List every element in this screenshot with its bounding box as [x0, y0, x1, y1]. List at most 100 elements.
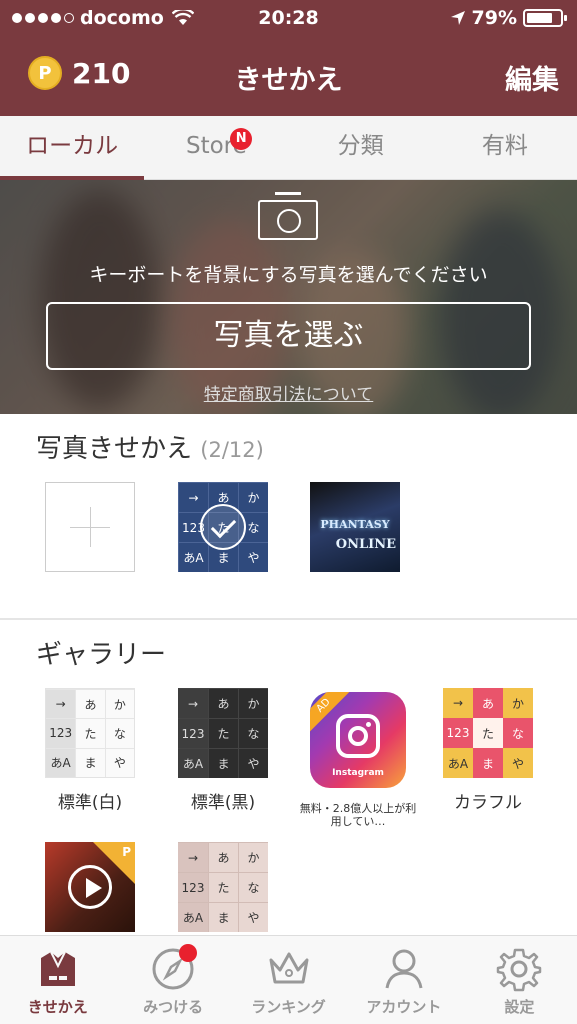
key-cell: た [208, 872, 238, 902]
gallery-title: ギャラリー [36, 640, 167, 670]
shirt-icon [40, 951, 75, 986]
tabbar-item-ranking[interactable]: ランキング [231, 936, 346, 1024]
key-cell: ま [208, 902, 238, 932]
key-cell: → [178, 842, 208, 872]
gallery-label-black: 標準(黒) [190, 793, 256, 813]
legal-link[interactable]: 特定商取引法について [0, 380, 577, 405]
battery-icon [523, 9, 567, 27]
key-cell: な [503, 718, 533, 748]
hero-prompt: キーボートを背景にする写真を選んでください [89, 264, 488, 286]
photo-hero-banner: キーボートを背景にする写真を選んでください 写真を選ぶ 特定商取引法について [0, 180, 577, 414]
tab-paid-label: 有料 [481, 133, 528, 159]
key-cell: → [178, 688, 208, 718]
photo-theme-selected[interactable]: → あ か 123 た な あA ま や [178, 482, 268, 572]
photo-theme-game[interactable]: PHANTASY ONLINE [310, 482, 400, 572]
key-cell: か [238, 842, 268, 872]
key-cell: た [473, 718, 503, 748]
key-cell: → [178, 482, 208, 512]
gallery-item-standard-black[interactable]: → あ か 123 た な あA ま や [178, 688, 268, 778]
crown-icon [269, 952, 309, 984]
key-cell: あA [178, 748, 208, 778]
gallery-item-colorful[interactable]: → あ か 123 た な あA ま や [443, 688, 533, 778]
page-title: きせかえ [234, 65, 343, 96]
key-cell: な [238, 872, 268, 902]
checkmark-icon [200, 504, 246, 550]
tabbar-item-account[interactable]: アカウント [346, 936, 461, 1024]
tab-store[interactable]: Store N [144, 116, 288, 179]
key-cell: ま [75, 747, 105, 777]
gallery-item-pattern[interactable]: → あ か 123 た な あA ま や [178, 842, 268, 932]
key-cell: 123 [46, 718, 76, 748]
gallery-label-colorful: カラフル [454, 793, 522, 813]
battery-percent: 79% [471, 7, 517, 29]
section-divider [0, 618, 577, 620]
gallery-label-white: 標準(白) [57, 793, 123, 813]
key-cell: な [104, 718, 134, 748]
key-cell: な [238, 718, 268, 748]
tabbar-label: ランキング [251, 998, 326, 1016]
choose-photo-button[interactable]: 写真を選ぶ [46, 302, 531, 370]
top-tabs: ローカル Store N 分類 有料 [0, 116, 577, 180]
gallery-item-video[interactable]: P [45, 842, 135, 932]
tab-category[interactable]: 分類 [289, 116, 433, 179]
person-icon [385, 949, 423, 989]
key-cell: か [238, 688, 268, 718]
key-cell: か [503, 688, 533, 718]
bottom-tab-bar: きせかえ みつける ランキング アカウント 設定 [0, 935, 577, 1024]
tabbar-label: きせかえ [27, 998, 88, 1016]
tab-paid[interactable]: 有料 [433, 116, 577, 179]
premium-corner-label: P [122, 845, 131, 859]
gallery-item-instagram-ad[interactable]: AD Instagram [310, 692, 406, 788]
key-cell: や [104, 747, 134, 777]
camera-icon [258, 192, 318, 240]
key-cell: あA [178, 542, 208, 572]
status-bar: docomo 20:28 79% [0, 0, 577, 38]
key-cell: や [238, 748, 268, 778]
tabbar-label: アカウント [366, 998, 442, 1016]
photo-count: (2/12) [200, 438, 264, 462]
key-cell: や [238, 902, 268, 932]
photo-section-title: 写真きせかえ (2/12) [36, 428, 264, 465]
key-cell: た [75, 718, 105, 748]
instagram-label: Instagram [332, 768, 384, 778]
game-subtitle: ONLINE [335, 537, 396, 552]
key-cell: あA [178, 902, 208, 932]
key-cell: あ [75, 689, 105, 719]
tabbar-item-discover[interactable]: みつける [115, 936, 230, 1024]
key-cell: → [46, 689, 76, 719]
key-cell: 123 [178, 872, 208, 902]
photo-section-label: 写真きせかえ [36, 434, 193, 464]
tabbar-item-kisekae[interactable]: きせかえ [0, 936, 115, 1024]
key-cell: あ [473, 688, 503, 718]
edit-button[interactable]: 編集 [505, 58, 559, 97]
tab-local-label: ローカル [26, 133, 119, 159]
nav-bar: P 210 きせかえ 編集 [0, 40, 577, 110]
tabbar-item-settings[interactable]: 設定 [462, 936, 577, 1024]
tabbar-label: 設定 [504, 998, 535, 1016]
gear-icon [497, 948, 542, 992]
key-cell: → [443, 688, 473, 718]
key-cell: 123 [443, 718, 473, 748]
key-cell: ま [208, 748, 238, 778]
add-photo-button[interactable] [45, 482, 135, 572]
tabbar-label: みつける [143, 998, 204, 1016]
key-cell: か [104, 689, 134, 719]
key-cell: や [238, 542, 268, 572]
status-right: 79% [450, 7, 567, 29]
key-cell: 123 [178, 718, 208, 748]
tab-local[interactable]: ローカル [0, 116, 145, 180]
instagram-icon [336, 714, 380, 758]
tab-category-label: 分類 [337, 133, 384, 159]
key-cell: た [208, 718, 238, 748]
location-arrow-icon [450, 11, 465, 25]
new-badge: N [230, 128, 253, 150]
header: docomo 20:28 79% P 210 きせかえ 編集 [0, 0, 577, 116]
gallery-item-standard-white[interactable]: → あ か 123 た な あA ま や [45, 688, 135, 778]
game-title: PHANTASY [320, 518, 390, 531]
key-cell: ま [473, 748, 503, 778]
key-cell: あA [443, 748, 473, 778]
key-cell: あ [208, 688, 238, 718]
key-cell: あ [208, 842, 238, 872]
key-cell: や [503, 748, 533, 778]
gallery-label-instagram: 無料・2.8億人以上が利用してい… [299, 802, 417, 828]
